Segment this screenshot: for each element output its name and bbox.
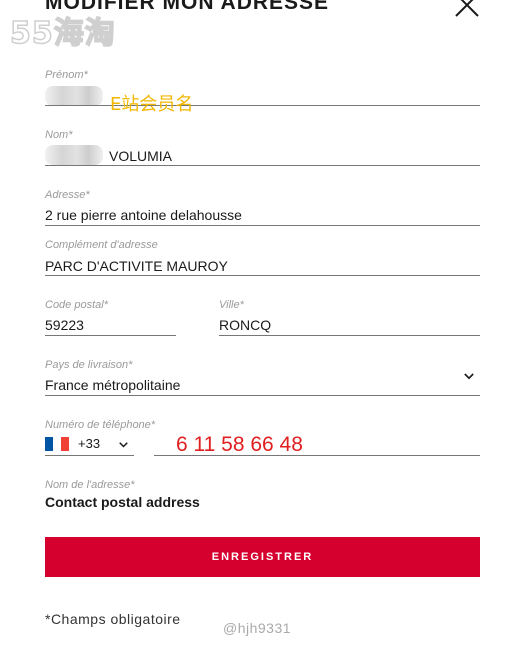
redacted-block bbox=[45, 145, 103, 165]
adresse-label: Adresse* bbox=[45, 189, 90, 201]
chevron-down-icon bbox=[119, 442, 128, 448]
nom-adresse-label: Nom de l'adresse* bbox=[45, 479, 135, 491]
pays-value: France métropolitaine bbox=[45, 377, 181, 393]
prenom-annotation: E站会员名 bbox=[110, 94, 194, 115]
ville-label: Ville* bbox=[219, 299, 244, 311]
ville-underline bbox=[219, 335, 480, 336]
france-flag-icon bbox=[45, 437, 69, 451]
complement-value: PARC D'ACTIVITE MAUROY bbox=[45, 258, 228, 274]
nom-value: VOLUMIA bbox=[109, 148, 173, 164]
code-postal-underline bbox=[45, 335, 176, 336]
required-note: *Champs obligatoire bbox=[45, 611, 181, 627]
ville-value: RONCQ bbox=[219, 317, 272, 333]
complement-label: Complément d'adresse bbox=[45, 239, 158, 251]
redacted-block bbox=[45, 86, 103, 106]
chevron-down-icon bbox=[464, 373, 474, 380]
ville-field[interactable]: Ville* RONCQ bbox=[219, 299, 480, 337]
nom-label: Nom* bbox=[45, 129, 73, 141]
modal-title: MODIFIER MON ADRESSE bbox=[45, 0, 330, 14]
country-code-value: +33 bbox=[78, 436, 101, 451]
nom-adresse-field[interactable]: Nom de l'adresse* Contact postal address bbox=[45, 479, 480, 513]
adresse-field[interactable]: Adresse* 2 rue pierre antoine delahousse bbox=[45, 189, 480, 227]
pays-label: Pays de livraison* bbox=[45, 359, 133, 371]
adresse-value: 2 rue pierre antoine delahousse bbox=[45, 207, 242, 223]
country-code-underline bbox=[45, 455, 134, 456]
country-code-select[interactable]: +33 bbox=[45, 418, 134, 458]
code-postal-value: 59223 bbox=[45, 317, 84, 333]
save-button[interactable]: ENREGISTRER bbox=[45, 537, 480, 577]
watermark-bottom: @hjh9331 bbox=[223, 620, 292, 636]
code-postal-label: Code postal* bbox=[45, 299, 108, 311]
complement-field[interactable]: Complément d'adresse PARC D'ACTIVITE MAU… bbox=[45, 239, 480, 277]
pays-underline bbox=[45, 395, 480, 396]
nom-field[interactable]: Nom* VOLUMIA bbox=[45, 129, 480, 167]
complement-underline bbox=[45, 275, 480, 276]
adresse-underline bbox=[45, 225, 480, 226]
nom-underline bbox=[45, 165, 480, 166]
code-postal-field[interactable]: Code postal* 59223 bbox=[45, 299, 176, 337]
pays-select[interactable]: Pays de livraison* France métropolitaine bbox=[45, 359, 480, 397]
phone-number-annotation: 6 11 58 66 48 bbox=[176, 433, 303, 456]
close-icon[interactable] bbox=[453, 0, 481, 19]
prenom-label: Prénom* bbox=[45, 69, 88, 81]
nom-adresse-value: Contact postal address bbox=[45, 494, 200, 510]
